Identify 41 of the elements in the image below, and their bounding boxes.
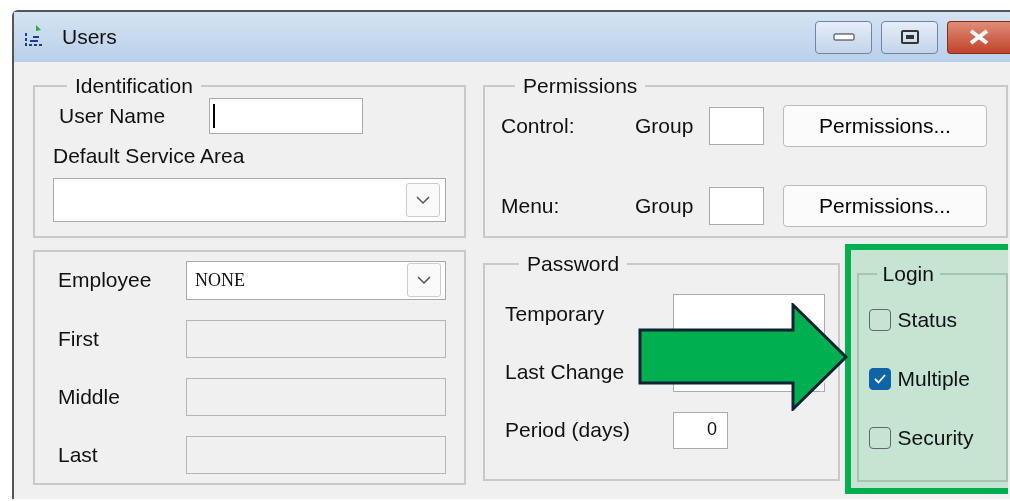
field-label: Group bbox=[635, 114, 695, 138]
minimize-icon bbox=[832, 32, 855, 42]
chevron-down-icon bbox=[417, 275, 431, 285]
group-field[interactable] bbox=[709, 107, 764, 145]
minimize-button[interactable] bbox=[815, 20, 872, 54]
field-label: Temporary bbox=[505, 302, 606, 326]
field-label: Control: bbox=[501, 114, 576, 138]
group-title: Identification bbox=[74, 74, 194, 98]
field-label: Period (days) bbox=[505, 418, 631, 442]
checkmark-icon bbox=[872, 373, 887, 385]
period-field[interactable]: 0 bbox=[673, 411, 728, 449]
window-title: Users bbox=[62, 25, 117, 49]
employee-dropdown[interactable]: NONE bbox=[186, 260, 446, 300]
checkbox-label: Security bbox=[897, 426, 974, 450]
field-label: User Name bbox=[59, 104, 166, 128]
field-label: Default Service Area bbox=[53, 144, 246, 168]
field-label: Menu: bbox=[501, 194, 561, 218]
group-title: Permissions bbox=[522, 74, 639, 98]
user-name-field[interactable] bbox=[209, 98, 364, 134]
permissions-button[interactable]: Permissions... bbox=[783, 105, 987, 147]
field-label: Employee bbox=[57, 268, 153, 292]
field-label: First bbox=[57, 327, 100, 351]
field-label: Middle bbox=[57, 385, 121, 409]
field-label: Last bbox=[57, 443, 99, 467]
service-area-dropdown[interactable] bbox=[53, 178, 446, 222]
group-title: Login bbox=[881, 262, 935, 286]
checkbox[interactable] bbox=[868, 368, 891, 390]
maximize-button[interactable] bbox=[881, 20, 938, 54]
maximize-icon bbox=[899, 29, 920, 45]
group-field[interactable] bbox=[709, 187, 764, 225]
close-icon bbox=[968, 28, 990, 46]
group-title: Password bbox=[526, 252, 621, 276]
checkbox-label: Status bbox=[897, 308, 958, 332]
field-label: Group bbox=[635, 194, 695, 218]
checkbox[interactable] bbox=[868, 427, 891, 449]
field-label: Last Change bbox=[505, 360, 626, 384]
checkbox[interactable] bbox=[868, 309, 891, 331]
chevron-down-icon bbox=[416, 195, 430, 205]
close-button[interactable] bbox=[947, 20, 1010, 54]
permissions-button[interactable]: Permissions... bbox=[783, 185, 987, 227]
checkbox-label: Multiple bbox=[897, 367, 970, 391]
